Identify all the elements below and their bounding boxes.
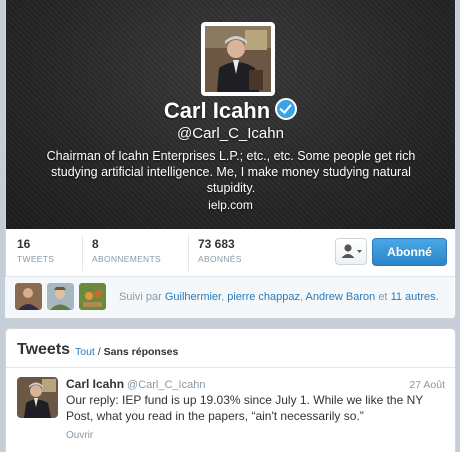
filter-no-replies: Sans réponses — [103, 346, 179, 358]
tweet-author-handle[interactable]: @Carl_C_Icahn — [127, 379, 205, 391]
stat-following-label: ABONNEMENTS — [92, 254, 161, 264]
follower-link[interactable]: Guilhermier — [165, 291, 221, 303]
filter-separator: / — [97, 346, 101, 358]
profile-card: Carl Icahn @Carl_C_Icahn Chairman of Ica… — [5, 0, 456, 319]
tweet-date[interactable]: 27 Août — [409, 379, 445, 391]
stat-tweets[interactable]: 16 TWEETS — [17, 237, 54, 271]
tweets-title: Tweets — [17, 341, 71, 358]
following-button[interactable]: Abonné — [372, 238, 447, 266]
profile-url-link[interactable]: ielp.com — [6, 198, 455, 212]
followed-by-bar: Suivi par Guilhermier, pierre chappaz, A… — [5, 277, 454, 318]
stat-following[interactable]: 8 ABONNEMENTS — [92, 237, 161, 271]
follower-avatar[interactable] — [15, 283, 42, 310]
stat-divider — [188, 235, 189, 271]
stat-followers-label: ABONNÉS — [198, 254, 242, 264]
tweet-text: Our reply: IEP fund is up 19.03% since J… — [66, 393, 424, 423]
stat-followers-value: 73 683 — [198, 237, 235, 251]
follower-avatar[interactable] — [47, 283, 74, 310]
profile-name: Carl Icahn — [163, 98, 271, 123]
caret-down-icon — [357, 250, 362, 253]
profile-header: Carl Icahn @Carl_C_Icahn Chairman of Ica… — [6, 0, 455, 229]
tweets-panel: Tweets Tout / Sans réponses Carl Icahn @C… — [5, 328, 456, 452]
follower-avatar[interactable] — [79, 283, 106, 310]
follower-link[interactable]: Andrew Baron — [306, 291, 376, 303]
tweet-author[interactable]: Carl Icahn @Carl_C_Icahn — [66, 377, 205, 391]
followed-by-conjunction: et — [378, 291, 388, 303]
verified-badge-icon — [275, 98, 298, 120]
stat-tweets-value: 16 — [17, 237, 31, 251]
followed-by-prefix: Suivi par — [119, 291, 162, 303]
profile-avatar[interactable] — [201, 22, 275, 96]
stat-tweets-label: TWEETS — [17, 254, 55, 264]
stat-following-value: 8 — [92, 237, 99, 251]
profile-handle: @Carl_C_Icahn — [177, 125, 284, 142]
followed-by-others-link[interactable]: 11 autres. — [391, 291, 439, 303]
tweets-filter: Tout / Sans réponses — [75, 346, 178, 358]
stat-divider — [82, 235, 83, 271]
profile-bio: Chairman of Icahn Enterprises L.P.; etc.… — [46, 149, 416, 195]
user-icon — [341, 244, 362, 258]
tweet-expand-link[interactable]: Ouvrir — [66, 430, 93, 441]
tweet-avatar[interactable] — [17, 377, 58, 418]
profile-name-row: Carl Icahn — [6, 98, 455, 124]
follower-link[interactable]: pierre chappaz — [227, 291, 300, 303]
user-actions-dropdown-button[interactable] — [335, 238, 367, 265]
followed-by-text: Suivi par Guilhermier, pierre chappaz, A… — [119, 291, 439, 303]
followed-by-separator: , — [221, 291, 225, 303]
tweets-header: Tweets Tout / Sans réponses — [6, 329, 455, 368]
tweet-author-name[interactable]: Carl Icahn — [66, 377, 124, 391]
filter-all-link[interactable]: Tout — [75, 346, 95, 358]
stat-followers[interactable]: 73 683 ABONNÉS — [198, 237, 242, 271]
followed-by-separator: , — [300, 291, 304, 303]
